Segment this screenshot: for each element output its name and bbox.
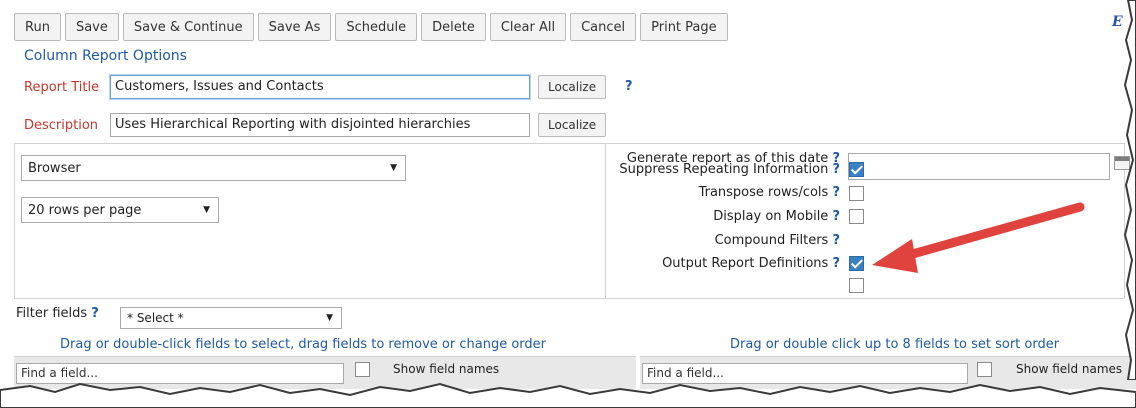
schedule-button[interactable]: Schedule	[335, 13, 418, 41]
report-title-label: Report Title	[24, 80, 100, 95]
report-title-input[interactable]: Customers, Issues and Contacts	[110, 75, 530, 99]
rows-per-page-select[interactable]: 20 rows per page ▼	[21, 197, 219, 223]
display-on-mobile-label: Display on Mobile	[713, 209, 829, 224]
option-row-suppress: Suppress Repeating Information ?	[600, 162, 840, 180]
suppress-repeating-checkbox[interactable]	[849, 162, 864, 177]
help-icon[interactable]: ?	[832, 185, 840, 200]
chevron-down-icon: ▼	[203, 205, 210, 215]
output-format-value: Browser	[28, 160, 81, 176]
report-title-help-icon[interactable]: ?	[625, 79, 633, 94]
run-button[interactable]: Run	[14, 13, 61, 41]
delete-button[interactable]: Delete	[421, 13, 486, 41]
suppress-repeating-label: Suppress Repeating Information	[619, 162, 829, 177]
chevron-down-icon: ▼	[390, 163, 397, 173]
description-localize-button[interactable]: Localize	[538, 113, 607, 137]
filter-fields-value: * Select *	[127, 311, 184, 325]
option-row-output-defs: Output Report Definitions ?	[600, 256, 840, 274]
help-icon[interactable]: ?	[832, 233, 840, 248]
report-title-localize-button[interactable]: Localize	[538, 75, 607, 99]
output-definitions-checkbox[interactable]	[849, 278, 864, 293]
save-as-button[interactable]: Save As	[257, 13, 332, 41]
show-field-names-checkbox-left[interactable]	[355, 362, 370, 377]
filter-fields-label: Filter fields ?	[16, 306, 99, 321]
description-input[interactable]: Uses Hierarchical Reporting with disjoin…	[110, 113, 530, 137]
description-label: Description	[24, 118, 99, 133]
option-row-mobile: Display on Mobile ?	[600, 209, 840, 227]
annotation-arrow	[872, 202, 1085, 273]
output-definitions-label: Output Report Definitions	[662, 256, 829, 271]
fields-hint-left: Drag or double-click fields to select, d…	[60, 337, 546, 352]
section-title: Column Report Options	[24, 48, 187, 64]
cancel-button[interactable]: Cancel	[570, 13, 637, 41]
torn-edge-bottom	[0, 382, 1136, 408]
chevron-down-icon: ▼	[326, 313, 333, 323]
fields-hint-right: Drag or double click up to 8 fields to s…	[730, 337, 1060, 352]
clear-all-button[interactable]: Clear All	[489, 13, 567, 41]
option-row-transpose: Transpose rows/cols ?	[600, 185, 840, 203]
save-and-continue-button[interactable]: Save & Continue	[122, 13, 254, 41]
output-format-select[interactable]: Browser ▼	[21, 155, 406, 181]
help-icon[interactable]: ?	[832, 162, 840, 177]
rows-per-page-value: 20 rows per page	[28, 202, 142, 218]
compound-filters-label: Compound Filters	[714, 233, 829, 248]
print-page-button[interactable]: Print Page	[640, 13, 728, 41]
help-icon[interactable]: ?	[832, 256, 840, 271]
transpose-label: Transpose rows/cols	[698, 185, 829, 200]
show-field-names-label-right: Show field names	[1016, 362, 1123, 376]
torn-edge-right	[1123, 0, 1136, 380]
show-field-names-label-left: Show field names	[393, 362, 500, 376]
option-row-compound: Compound Filters ?	[600, 233, 840, 251]
filter-fields-select[interactable]: * Select * ▼	[120, 307, 342, 329]
show-field-names-checkbox-right[interactable]	[977, 362, 992, 377]
help-icon[interactable]: ?	[91, 306, 99, 321]
help-icon[interactable]: ?	[832, 209, 840, 224]
toolbar: Run Save Save & Continue Save As Schedul…	[14, 13, 728, 43]
save-button[interactable]: Save	[64, 13, 119, 41]
generate-date-input[interactable]	[848, 153, 1110, 180]
